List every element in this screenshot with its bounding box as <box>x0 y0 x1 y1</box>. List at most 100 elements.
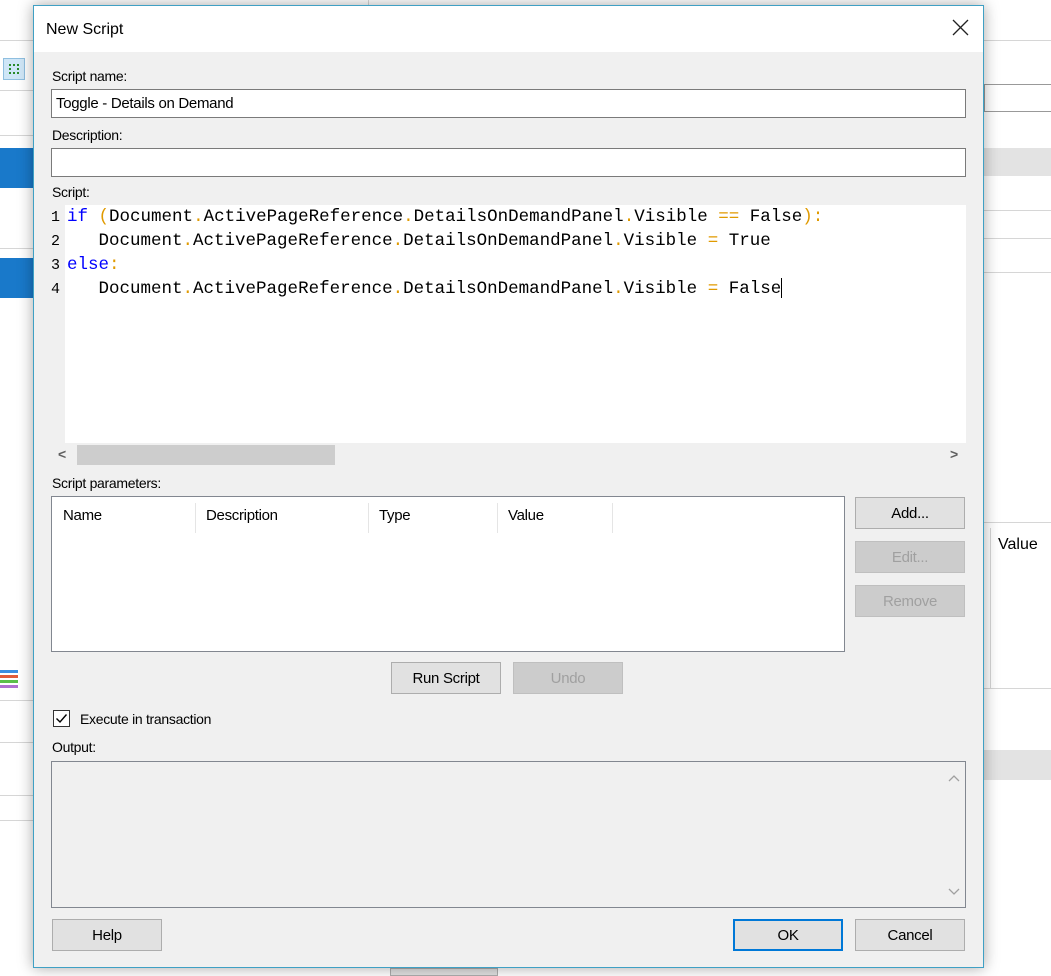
code-token: False <box>728 279 782 299</box>
column-header-name[interactable]: Name <box>52 497 102 535</box>
code-token: else <box>67 255 110 275</box>
new-script-dialog: New Script Script name: Description: Scr… <box>33 5 984 968</box>
bg-toolbar-icon[interactable] <box>3 58 25 80</box>
code-line[interactable]: 2 Document.ActivePageReference.DetailsOn… <box>51 229 771 253</box>
code-token: Visible <box>623 279 698 299</box>
code-token: . <box>392 279 404 299</box>
code-token: ( <box>98 207 110 227</box>
bg-header-bar <box>984 750 1051 780</box>
code-token: . <box>392 231 404 251</box>
line-number: 4 <box>51 281 61 298</box>
column-separator <box>612 503 613 533</box>
code-token: == <box>707 207 750 227</box>
bg-divider <box>0 90 33 91</box>
column-header-value[interactable]: Value <box>497 497 544 535</box>
scroll-up-arrow-icon[interactable] <box>943 768 965 788</box>
code-token: DetailsOnDemandPanel <box>403 279 614 299</box>
close-button[interactable] <box>937 6 983 52</box>
script-name-input[interactable] <box>51 89 966 118</box>
code-token: = <box>697 231 729 251</box>
bg-chart-icon <box>0 670 18 690</box>
scroll-left-arrow[interactable]: < <box>58 446 66 462</box>
execute-in-transaction-checkbox[interactable] <box>53 710 70 727</box>
bg-divider <box>990 528 991 688</box>
close-icon <box>952 19 969 36</box>
column-header-type[interactable]: Type <box>368 497 411 535</box>
code-token: Document <box>67 279 183 299</box>
cancel-button[interactable]: Cancel <box>855 919 965 951</box>
bg-header-bar <box>984 148 1051 176</box>
add-button[interactable]: Add... <box>855 497 965 529</box>
code-token: . <box>613 231 624 251</box>
code-token: Document <box>109 207 194 227</box>
bg-divider <box>0 135 33 136</box>
bg-divider <box>984 522 1051 523</box>
code-token: False <box>749 207 803 227</box>
bg-value-header: Value <box>998 536 1038 553</box>
bg-divider <box>0 795 33 796</box>
bg-button[interactable] <box>390 968 498 976</box>
code-token: True <box>728 231 771 251</box>
code-token: Visible <box>623 231 698 251</box>
dialog-title: New Script <box>46 21 124 38</box>
code-line[interactable]: 1 if (Document.ActivePageReference.Detail… <box>51 205 823 229</box>
ok-button[interactable]: OK <box>733 919 843 951</box>
script-name-label: Script name: <box>52 68 127 84</box>
scroll-right-arrow[interactable]: > <box>950 446 958 462</box>
code-token: . <box>182 279 194 299</box>
code-token: . <box>403 207 414 227</box>
bg-divider <box>0 248 33 249</box>
horizontal-scrollbar[interactable]: < > <box>51 443 966 467</box>
script-editor[interactable]: 1 if (Document.ActivePageReference.Detail… <box>51 205 966 467</box>
bg-input[interactable] <box>984 84 1051 112</box>
code-line[interactable]: 4 Document.ActivePageReference.DetailsOn… <box>51 277 783 301</box>
code-token: = <box>697 279 729 299</box>
bg-divider <box>984 210 1051 211</box>
code-token: . <box>623 207 635 227</box>
output-box[interactable] <box>51 761 966 908</box>
scrollbar-thumb[interactable] <box>77 445 335 465</box>
code-token: Document <box>67 231 183 251</box>
dialog-titlebar[interactable]: New Script <box>34 6 983 52</box>
code-token: ActivePageReference <box>203 207 404 227</box>
edit-button[interactable]: Edit... <box>855 541 965 573</box>
execute-in-transaction-label[interactable]: Execute in transaction <box>80 711 211 727</box>
bg-divider <box>984 40 1051 41</box>
checkmark-icon <box>56 714 68 724</box>
line-number: 2 <box>51 233 61 250</box>
bg-divider <box>984 272 1051 273</box>
bg-selected-row <box>0 148 33 188</box>
code-token: ): <box>802 207 824 227</box>
code-token: if <box>67 207 89 227</box>
help-button[interactable]: Help <box>52 919 162 951</box>
code-token: . <box>182 231 194 251</box>
code-token: ActivePageReference <box>193 231 393 251</box>
bg-selected-row <box>0 258 33 298</box>
bg-divider <box>0 700 33 701</box>
line-number: 1 <box>51 209 61 226</box>
bg-divider <box>984 238 1051 239</box>
scroll-down-arrow-icon[interactable] <box>943 882 965 902</box>
code-token: Visible <box>634 207 708 227</box>
code-token: . <box>193 207 204 227</box>
description-label: Description: <box>52 127 123 143</box>
vertical-scrollbar[interactable] <box>943 762 965 907</box>
script-label: Script: <box>52 184 90 200</box>
code-token: . <box>613 279 624 299</box>
script-parameters-list[interactable]: Name Description Type Value <box>51 496 845 652</box>
output-label: Output: <box>52 739 96 755</box>
undo-button[interactable]: Undo <box>513 662 623 694</box>
bg-divider <box>0 742 33 743</box>
code-token: ActivePageReference <box>193 279 393 299</box>
column-header-description[interactable]: Description <box>195 497 278 535</box>
script-parameters-label: Script parameters: <box>52 475 161 491</box>
run-script-button[interactable]: Run Script <box>391 662 501 694</box>
remove-button[interactable]: Remove <box>855 585 965 617</box>
text-caret <box>781 278 783 299</box>
description-input[interactable] <box>51 148 966 177</box>
code-token: DetailsOnDemandPanel <box>403 231 614 251</box>
line-number: 3 <box>51 257 61 274</box>
code-line[interactable]: 3 else: <box>51 253 120 277</box>
code-token: : <box>109 255 120 275</box>
